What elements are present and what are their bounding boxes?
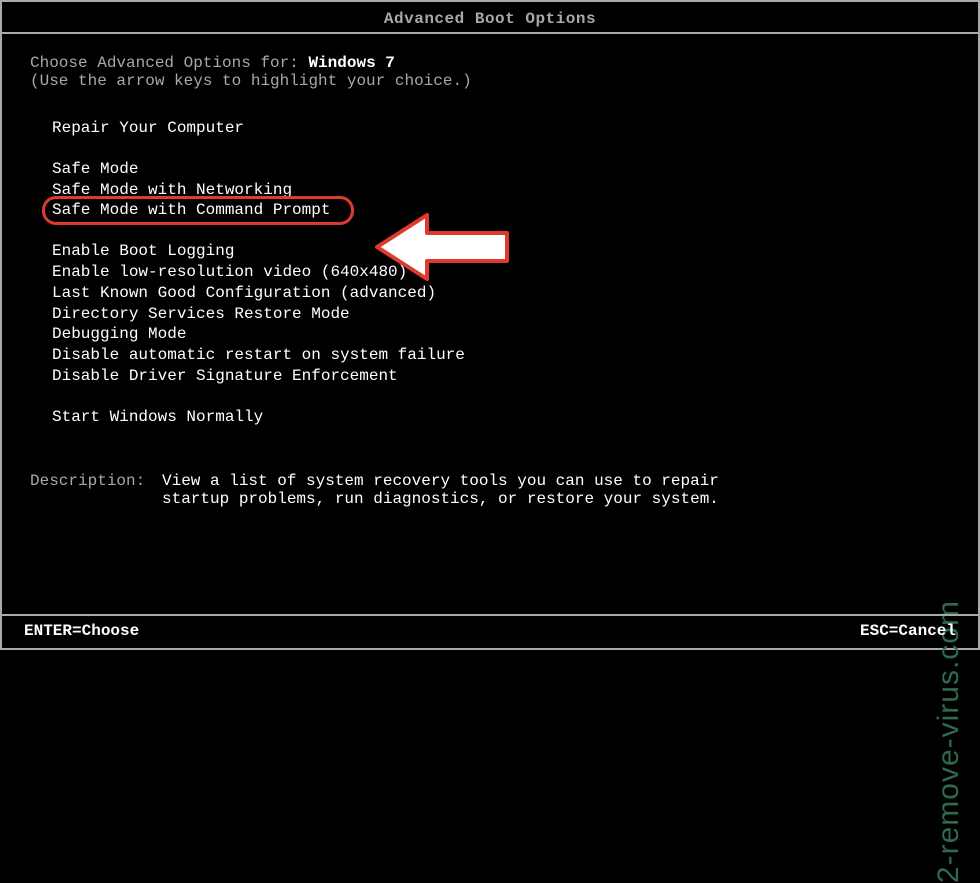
- menu-debugging-mode[interactable]: Debugging Mode: [52, 324, 950, 345]
- menu-safe-mode[interactable]: Safe Mode: [52, 159, 950, 180]
- title-bar: Advanced Boot Options: [2, 2, 978, 34]
- description-block: Description: View a list of system recov…: [30, 472, 950, 508]
- menu-low-res-video[interactable]: Enable low-resolution video (640x480): [52, 262, 950, 283]
- menu-boot-logging[interactable]: Enable Boot Logging: [52, 241, 950, 262]
- intro-line-1: Choose Advanced Options for: Windows 7: [30, 54, 950, 72]
- footer-bar: ENTER=Choose ESC=Cancel: [2, 614, 978, 648]
- menu-directory-services-restore[interactable]: Directory Services Restore Mode: [52, 304, 950, 325]
- menu-safe-mode-command-prompt[interactable]: Safe Mode with Command Prompt: [52, 200, 330, 221]
- footer-esc-hint: ESC=Cancel: [860, 622, 956, 640]
- menu-disable-driver-sig[interactable]: Disable Driver Signature Enforcement: [52, 366, 950, 387]
- description-text: View a list of system recovery tools you…: [162, 472, 722, 508]
- menu-repair-computer[interactable]: Repair Your Computer: [52, 118, 950, 139]
- menu-safe-mode-networking[interactable]: Safe Mode with Networking: [52, 180, 950, 201]
- page-title: Advanced Boot Options: [384, 10, 596, 28]
- description-label: Description:: [30, 472, 162, 508]
- content-area: Choose Advanced Options for: Windows 7 (…: [2, 34, 978, 508]
- menu-disable-auto-restart[interactable]: Disable automatic restart on system fail…: [52, 345, 950, 366]
- intro-prefix: Choose Advanced Options for:: [30, 54, 308, 72]
- menu-start-normally[interactable]: Start Windows Normally: [52, 407, 950, 428]
- highlighted-menu-wrap: Safe Mode with Command Prompt: [52, 200, 330, 221]
- menu-last-known-good[interactable]: Last Known Good Configuration (advanced): [52, 283, 950, 304]
- footer-enter-hint: ENTER=Choose: [24, 622, 139, 640]
- boot-menu: Repair Your Computer Safe Mode Safe Mode…: [30, 118, 950, 428]
- intro-hint: (Use the arrow keys to highlight your ch…: [30, 72, 950, 90]
- os-name: Windows 7: [308, 54, 394, 72]
